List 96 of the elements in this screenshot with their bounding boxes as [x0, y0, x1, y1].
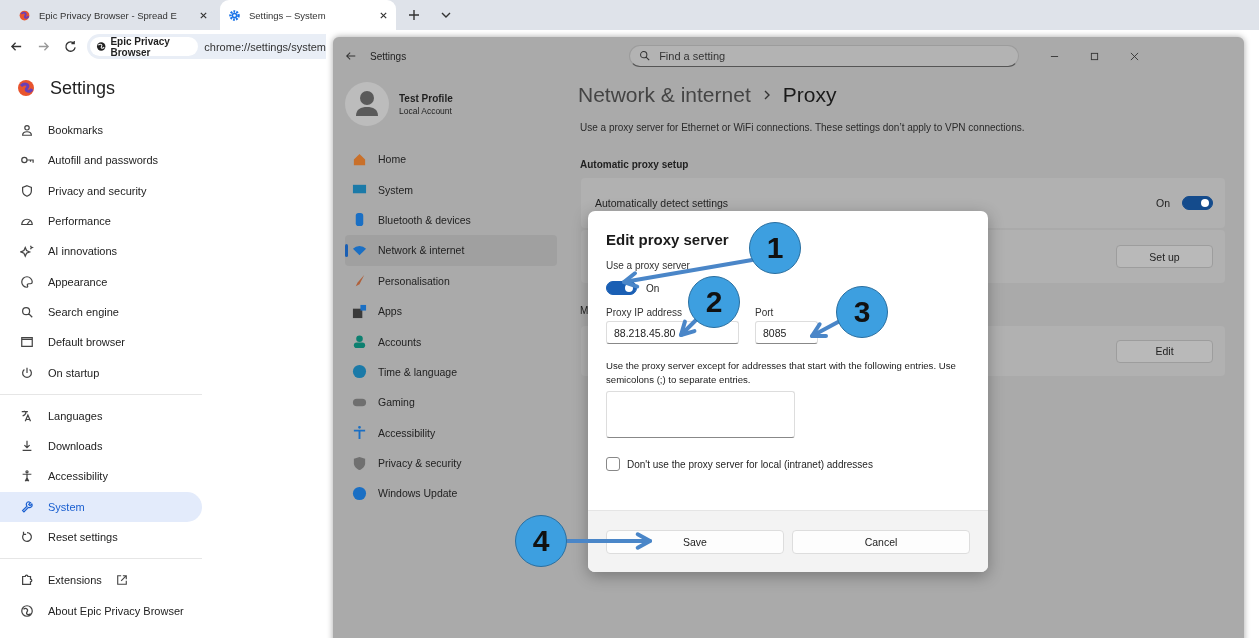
- nav-item[interactable]: Home: [345, 144, 557, 175]
- search-icon: [20, 304, 34, 319]
- profile-name: Test Profile: [399, 92, 453, 104]
- checkbox-label: Don't use the proxy server for local (intranet) addresses: [627, 458, 873, 470]
- sidebar-item[interactable]: System: [0, 491, 202, 522]
- sidebar-item[interactable]: Privacy and security: [0, 175, 202, 206]
- gear-icon: [228, 8, 241, 22]
- person-icon: [352, 334, 367, 350]
- accessibility-icon: [352, 425, 367, 441]
- translate-icon: [20, 408, 34, 423]
- section-heading: M: [580, 305, 589, 316]
- nav-item[interactable]: Time & language: [345, 356, 557, 388]
- section-heading: Automatic proxy setup: [580, 159, 689, 170]
- sidebar-item[interactable]: AI innovations: [0, 236, 202, 267]
- annotation-arrow: [810, 320, 840, 339]
- site-chip[interactable]: Epic Privacy Browser: [90, 37, 199, 56]
- nav-item[interactable]: Accounts: [345, 326, 557, 357]
- checkbox[interactable]: [606, 457, 620, 471]
- setting-label: Automatically detect settings: [595, 197, 730, 209]
- edit-button[interactable]: Edit: [1116, 339, 1213, 363]
- sidebar-item[interactable]: Appearance: [0, 266, 202, 297]
- download-icon: [20, 439, 34, 454]
- nav-item[interactable]: Personalisation: [345, 265, 557, 296]
- toggle-state-text: On: [646, 282, 660, 294]
- sidebar-item[interactable]: Extensions: [0, 565, 202, 596]
- search-icon: [639, 50, 651, 61]
- shield-icon: [352, 455, 367, 471]
- nav-item[interactable]: Network & internet: [345, 235, 557, 266]
- back-arrow-icon[interactable]: [10, 40, 23, 53]
- address-bar[interactable]: Epic Privacy Browser chrome://settings/system: [87, 34, 326, 59]
- shield-icon: [20, 183, 34, 198]
- description-text: Use a proxy server for Ethernet or WiFi connections. These settings don’t apply to VPN connections.: [580, 122, 1026, 133]
- chevron-right-icon: [762, 90, 771, 100]
- browser-tab[interactable]: Epic Privacy Browser - Spread E: [10, 0, 216, 30]
- logo-icon: [20, 603, 34, 618]
- logo-icon: [18, 8, 31, 22]
- logo-icon: [16, 78, 36, 98]
- window-icon: [20, 335, 34, 350]
- sidebar-item[interactable]: Autofill and passwords: [0, 145, 202, 176]
- palette-icon: [20, 274, 34, 289]
- nav-item[interactable]: Accessibility: [345, 417, 557, 448]
- nav-item[interactable]: Privacy & security: [345, 447, 557, 479]
- exceptions-field[interactable]: [606, 391, 795, 438]
- nav-item[interactable]: Windows Update: [345, 478, 557, 509]
- reset-icon: [20, 530, 34, 544]
- instruction-text: Use the proxy server except for addresses that start with the following entries. Use semicolons (;) to separate entries.: [606, 359, 957, 387]
- browser-tab[interactable]: Settings – System: [220, 0, 396, 30]
- annotation-arrow: [679, 318, 698, 337]
- person-icon: [20, 123, 34, 138]
- nav-item[interactable]: Apps: [345, 295, 557, 327]
- field-label: Proxy IP address: [606, 307, 682, 318]
- maximize-icon[interactable]: [1090, 51, 1100, 61]
- page-heading: Proxy: [782, 83, 837, 107]
- sidebar-item[interactable]: On startup: [0, 357, 202, 388]
- setup-button[interactable]: Set up: [1116, 245, 1213, 268]
- dialog-title: Edit proxy server: [606, 231, 729, 248]
- sidebar-item[interactable]: Performance: [0, 205, 202, 237]
- sidebar-item[interactable]: Reset settings: [0, 521, 202, 553]
- power-icon: [20, 365, 34, 380]
- save-button[interactable]: Save: [606, 529, 784, 554]
- url-text: chrome://settings/system: [204, 40, 326, 53]
- toggle-switch[interactable]: [1182, 196, 1213, 210]
- avatar-icon: [345, 82, 389, 126]
- ip-address-field[interactable]: 88.218.45.80: [606, 321, 739, 344]
- sidebar-item[interactable]: Accessibility: [0, 461, 202, 492]
- cancel-button[interactable]: Cancel: [792, 529, 970, 554]
- nav-item[interactable]: Gaming: [345, 387, 557, 418]
- port-field[interactable]: 8085: [755, 321, 818, 344]
- field-label: Use a proxy server: [606, 260, 690, 271]
- sidebar-item[interactable]: Bookmarks: [0, 115, 202, 146]
- sidebar-item[interactable]: Search engine: [0, 296, 202, 328]
- logo-icon: [96, 40, 107, 53]
- field-label: Port: [755, 307, 774, 318]
- nav-item[interactable]: Bluetooth & devices: [345, 204, 557, 236]
- puzzle-icon: [20, 573, 34, 588]
- apps-icon: [352, 303, 367, 319]
- wrench-icon: [20, 499, 34, 514]
- sparkle-icon: [20, 244, 34, 259]
- sidebar-item[interactable]: Languages: [0, 400, 202, 431]
- breadcrumb-link[interactable]: Network & internet: [578, 83, 751, 107]
- search-field[interactable]: Find a setting: [629, 45, 1020, 67]
- close-icon[interactable]: [199, 10, 208, 20]
- accessibility-icon: [20, 469, 34, 484]
- sidebar-item[interactable]: About Epic Privacy Browser: [0, 595, 202, 626]
- window-title: Settings: [370, 50, 407, 62]
- account-type: Local Account: [399, 105, 453, 116]
- sidebar-item[interactable]: Downloads: [0, 430, 202, 462]
- home-icon: [352, 151, 367, 167]
- plus-icon[interactable]: [408, 9, 420, 21]
- sidebar-item[interactable]: Default browser: [0, 327, 202, 358]
- close-icon[interactable]: [379, 10, 388, 20]
- toggle-state-text: On: [1156, 197, 1170, 209]
- page-title: Settings: [50, 77, 116, 99]
- reload-icon[interactable]: [64, 40, 77, 53]
- nav-item[interactable]: System: [345, 174, 557, 205]
- forward-arrow-icon[interactable]: [37, 40, 50, 53]
